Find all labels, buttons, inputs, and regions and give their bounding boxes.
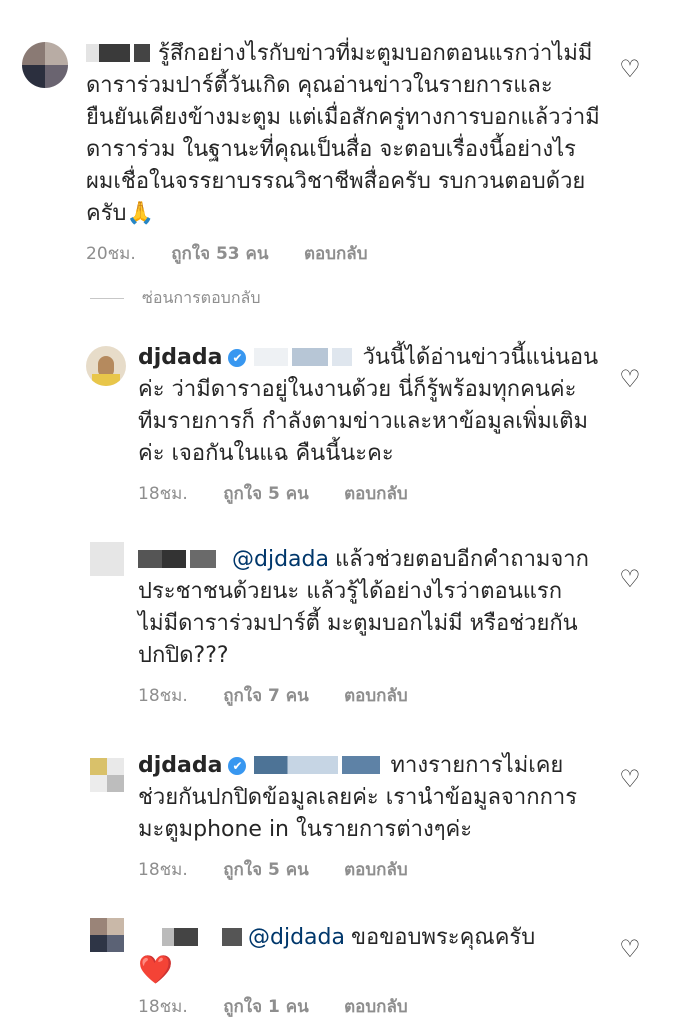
comment-content: @djdada แล้วช่วยตอบอีกคำถามจากประชาชนด้วย… (138, 544, 600, 709)
avatar[interactable] (90, 542, 124, 576)
redacted-mention (292, 348, 329, 366)
reply-button[interactable]: ตอบกลับ (344, 860, 408, 880)
reply-button[interactable]: ตอบกลับ (304, 244, 368, 264)
comment-content: djdada ✔ ทางรายการไม่เคยช่วยกันปกปิดข้อมูล… (138, 750, 600, 883)
reply-button[interactable]: ตอบกลับ (344, 484, 408, 504)
avatar[interactable] (22, 42, 68, 88)
comment-text-block: @djdada ขอขอบพระคุณครับ ❤️ (138, 922, 600, 989)
comment-text: รู้สึกอย่างไรกับข่าวที่มะตูมบอกตอนแรกว่า… (86, 41, 600, 226)
comment-text: ขอขอบพระคุณครับ (350, 925, 536, 950)
comment-time: 20ชม. (86, 244, 136, 264)
comments-thread: รู้สึกอย่างไรกับข่าวที่มะตูมบอกตอนแรกว่า… (0, 0, 675, 1024)
divider-line (90, 298, 124, 299)
reply-button[interactable]: ตอบกลับ (344, 997, 408, 1017)
heart-outline-icon[interactable]: ♡ (619, 367, 641, 391)
redacted-mention (342, 756, 381, 774)
comment-meta: 18ชม. ถูกใจ 5 คน ตอบกลับ (138, 856, 600, 883)
heart-outline-icon[interactable]: ♡ (619, 767, 641, 791)
redacted-username (202, 928, 242, 946)
avatar[interactable] (90, 758, 124, 792)
hide-replies-label: ซ่อนการตอบกลับ (142, 288, 261, 307)
avatar[interactable] (90, 918, 124, 952)
likes-count-link[interactable]: ถูกใจ 5 คน (223, 484, 309, 504)
verified-badge-icon: ✔ (228, 349, 247, 367)
redacted-username (86, 44, 130, 62)
comment-time: 18ชม. (138, 686, 188, 706)
comment-text-block: @djdada แล้วช่วยตอบอีกคำถามจากประชาชนด้วย… (138, 544, 600, 672)
praying-hands-emoji: 🙏 (126, 201, 154, 226)
mention-link[interactable]: @djdada (248, 925, 345, 950)
reply-button[interactable]: ตอบกลับ (344, 686, 408, 706)
likes-count-link[interactable]: ถูกใจ 5 คน (223, 860, 309, 880)
comment-text-block: djdada ✔ ทางรายการไม่เคยช่วยกันปกปิดข้อมูล… (138, 750, 600, 846)
heart-outline-icon[interactable]: ♡ (619, 567, 641, 591)
comment-text-block: รู้สึกอย่างไรกับข่าวที่มะตูมบอกตอนแรกว่า… (86, 38, 600, 230)
likes-count-link[interactable]: ถูกใจ 53 คน (171, 244, 268, 264)
mention-link[interactable]: @djdada (232, 547, 329, 572)
avatar[interactable] (86, 346, 126, 386)
comment-text-block: djdada ✔ วันนี้ได้อ่านข่าวนี้แน่นอนค่ะ ว่า… (138, 342, 600, 470)
redacted-mention (254, 348, 289, 366)
heart-outline-icon[interactable]: ♡ (619, 57, 641, 81)
redacted-username (138, 928, 198, 946)
comment-time: 18ชม. (138, 997, 188, 1017)
comment-meta: 18ชม. ถูกใจ 5 คน ตอบกลับ (138, 480, 600, 507)
username-link[interactable]: djdada (138, 753, 222, 778)
redacted-username (138, 550, 186, 568)
comment-meta: 20ชม. ถูกใจ 53 คน ตอบกลับ (86, 240, 600, 267)
comment-time: 18ชม. (138, 484, 188, 504)
verified-badge-icon: ✔ (228, 757, 247, 775)
red-heart-emoji: ❤️ (138, 953, 173, 986)
heart-outline-icon[interactable]: ♡ (619, 937, 641, 961)
hide-replies-button[interactable]: ซ่อนการตอบกลับ (90, 286, 260, 311)
likes-count-link[interactable]: ถูกใจ 1 คน (223, 997, 309, 1017)
username-link[interactable]: djdada (138, 345, 222, 370)
redacted-username (134, 44, 150, 62)
comment-content: รู้สึกอย่างไรกับข่าวที่มะตูมบอกตอนแรกว่า… (86, 38, 600, 267)
redacted-mention (254, 756, 339, 774)
comment-meta: 18ชม. ถูกใจ 1 คน ตอบกลับ (138, 993, 600, 1020)
likes-count-link[interactable]: ถูกใจ 7 คน (223, 686, 309, 706)
redacted-username (190, 550, 216, 568)
comment-meta: 18ชม. ถูกใจ 7 คน ตอบกลับ (138, 682, 600, 709)
comment-time: 18ชม. (138, 860, 188, 880)
redacted-mention (332, 348, 353, 366)
comment-content: @djdada ขอขอบพระคุณครับ ❤️ 18ชม. ถูกใจ 1 ค… (138, 922, 600, 1020)
comment-content: djdada ✔ วันนี้ได้อ่านข่าวนี้แน่นอนค่ะ ว่า… (138, 342, 600, 507)
